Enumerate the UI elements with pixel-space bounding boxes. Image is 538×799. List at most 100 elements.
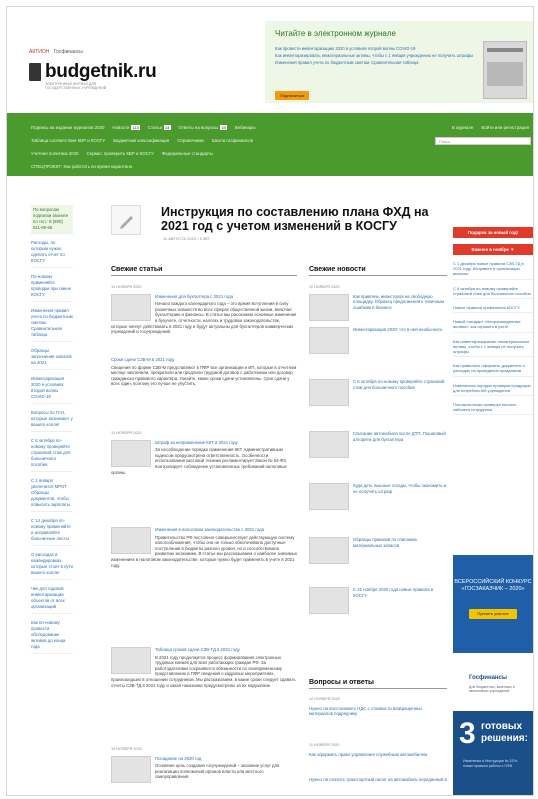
banner-headline-line1: готовых <box>481 721 523 732</box>
nav-kvr-check-service[interactable]: Сервис: проверить КВР и КОСГУ <box>87 151 154 156</box>
article-thumbnail[interactable] <box>111 527 151 554</box>
right-link[interactable]: Положительная проверка личного кабинета … <box>453 402 533 416</box>
right-link[interactable]: С 6 октября по-новому проверяйте страхов… <box>453 286 533 300</box>
qa-heading[interactable]: Вопросы и ответы <box>309 679 447 689</box>
nav-news-label: Новости <box>112 125 130 130</box>
sidebar-item[interactable]: Чек для годовой инвентаризации объектов … <box>31 586 73 614</box>
nav-webinars[interactable]: Вебинары <box>235 125 256 130</box>
journal-link[interactable]: Изменения правил учета по бюджетным смет… <box>275 59 480 66</box>
banner-headline: готовых решения: <box>481 721 528 745</box>
important-november-button[interactable]: Важное в ноябре ▼ <box>453 244 533 255</box>
main-navigation: Подпись на издание журналов 2020 Новости… <box>7 113 533 176</box>
qa-item: Нужно ли платить транспортный налог на а… <box>309 777 447 785</box>
gosfinance-subtitle: Для бюджетных, казенных и автономных учр… <box>469 685 515 693</box>
news-item: Списание автомобиля после ДТП. Пошаговый… <box>309 431 447 460</box>
nav-qa-count: 19 <box>220 125 227 130</box>
nav-federal-standards[interactable]: Федеральные стандарты <box>162 151 213 156</box>
journal-link[interactable]: Как инвентаризировать нематериальные акт… <box>275 52 480 59</box>
news-thumbnail[interactable] <box>309 587 349 614</box>
news-item: Куда деть пышные отходы, чтобы экономить… <box>309 483 447 512</box>
gift-button[interactable]: Подарок за новый год! <box>453 227 533 238</box>
nav-school[interactable]: Школа госфинансов <box>212 138 253 143</box>
article-thumbnail[interactable] <box>111 755 151 783</box>
news-item: 11 НОЯБРЯ 2020 Как привлечь инвесторов н… <box>309 281 447 323</box>
news-thumbnail[interactable] <box>309 431 349 458</box>
article-thumbnail[interactable] <box>111 647 151 674</box>
sidebar-item[interactable]: Изменения правил учета по бюджетным смет… <box>31 308 73 342</box>
news-thumbnail[interactable] <box>309 293 349 321</box>
journal-promo-title[interactable]: Читайте в электронном журнале <box>275 29 396 38</box>
sidebar-item[interactable]: Инвентаризация 2020 в условиях второй во… <box>31 376 73 404</box>
contest-participate-button[interactable]: Принять участие <box>469 609 517 619</box>
logo-mark-icon <box>29 63 41 81</box>
nav-subscription[interactable]: Подпись на издание журналов 2020 <box>31 125 104 130</box>
subscribe-button[interactable]: Подписаться <box>275 91 309 100</box>
sidebar-item[interactable]: С 6 октября по-новому проверяйте страхов… <box>31 438 73 472</box>
news-thumbnail[interactable] <box>309 379 349 406</box>
article-item: Сроки сдачи СЗВ-М в 2021 году Сведения п… <box>111 357 297 387</box>
nav-in-journal[interactable]: В журнале <box>452 125 474 130</box>
right-link[interactable]: С 1 декабря новые правила СЗВ-ТД в 2021 … <box>453 261 533 280</box>
sidebar-item[interactable]: С 1 января увеличатся МРОТ. Образцы доку… <box>31 478 73 512</box>
right-link[interactable]: Как правильно оформить документы о расхо… <box>453 363 533 377</box>
banner-small-text: Изменения в Инструкции № 157н, новые пра… <box>463 759 519 768</box>
banner-number: 3 <box>459 717 476 750</box>
main-article-meta: 11 АВГУСТА 2020 • 5 387 <box>163 236 210 241</box>
article-excerpt: Сведения по форме СЗВ-М представляют в П… <box>111 364 297 387</box>
article-title[interactable]: Сроки сдачи СЗВ-М в 2021 году <box>111 357 297 363</box>
qa-item: 12 НОЯБРЯ 2020 Нужно ли восстановить НДС… <box>309 693 447 719</box>
nav-articles-count: 24 <box>164 125 171 130</box>
nav-articles[interactable]: Статьи 24 <box>148 125 171 130</box>
sidebar-item[interactable]: Образцы заполнения записей на 2021 <box>31 348 73 370</box>
nav-references[interactable]: Справочники <box>177 138 204 143</box>
article-item: 11 НОЯБРЯ 2020 Штраф за неприменение ККТ… <box>111 427 297 475</box>
news-thumbnail[interactable] <box>309 327 349 354</box>
sidebar-item[interactable]: Вопросы по ГСН, которые возникают у ваше… <box>31 410 73 432</box>
logo-text: budgetnik.ru <box>45 61 157 82</box>
site-logo[interactable]: budgetnik.ru <box>29 61 157 83</box>
qa-title[interactable]: Как оформить право управления служебным … <box>309 752 447 758</box>
publisher-brand[interactable]: АКТИОН Госфинансы <box>29 49 83 55</box>
news-heading[interactable]: Свежие новости <box>309 266 447 276</box>
article-item: Изменения в налоговом законодательстве с… <box>111 527 297 568</box>
right-link[interactable]: Новые правила применения КОСГУ <box>453 305 533 314</box>
main-article-title[interactable]: Инструкция по составлению плана ФХД на 2… <box>161 205 447 233</box>
sidebar-item[interactable]: По-новому применяйте проводки при смене … <box>31 274 73 302</box>
nav-articles-label: Статьи <box>147 125 163 130</box>
article-item: 10 НОЯБРЯ 2020 Посадание на 2020 год Осн… <box>111 743 297 793</box>
nav-accounting-policy[interactable]: Учетная политика 2020 <box>31 151 79 156</box>
article-date: 11 НОЯБРЯ 2020 <box>111 431 142 435</box>
nav-budget-classification[interactable]: Бюджетная классификация <box>113 138 169 143</box>
news-item: С 6 октября по-новому проверяйте страхов… <box>309 379 447 408</box>
search-input[interactable]: Поиск <box>435 137 531 145</box>
nav-kvr-kosgu-table[interactable]: Таблица соответствия КВР и КОСГУ <box>31 138 105 143</box>
news-item: Образцы приказов по списанию материальны… <box>309 537 447 566</box>
right-link[interactable]: Как инвентаризировать нематериальные акт… <box>453 339 533 358</box>
article-thumbnail[interactable] <box>111 439 151 467</box>
news-thumbnail[interactable] <box>309 483 349 510</box>
nav-news[interactable]: Новости 113 <box>112 125 140 130</box>
qa-title[interactable]: Нужно ли платить транспортный налог на а… <box>309 777 447 783</box>
journal-cover-image[interactable] <box>483 41 527 99</box>
gosfinance-banner[interactable]: Госфинансы Для бюджетных, казенных и авт… <box>453 667 533 795</box>
article-date: 11 НОЯБРЯ 2020 <box>111 285 142 289</box>
publisher-subbrand: Госфинансы <box>53 49 83 55</box>
qa-title[interactable]: Нужно ли восстановить НДС с стоимости во… <box>309 706 447 717</box>
gosfinance-brand: Госфинансы <box>469 675 508 681</box>
sidebar-item[interactable]: С 14 декабря по-новому применяйте и испр… <box>31 518 73 546</box>
articles-heading[interactable]: Свежие статьи <box>111 266 297 276</box>
nav-login[interactable]: Войти или регистрация <box>481 125 529 130</box>
article-thumbnail[interactable] <box>111 293 151 321</box>
qa-date: 11 НОЯБРЯ 2020 <box>309 743 340 747</box>
right-link[interactable]: Изменились порядок проверки продукции дл… <box>453 383 533 397</box>
nav-qa[interactable]: Ответы на вопросы 19 <box>179 125 227 130</box>
right-link[interactable]: Новый стандарт «Непроизведенные активы»:… <box>453 319 533 333</box>
sidebar-item[interactable]: О расходах в командировках, которые стои… <box>31 552 73 580</box>
nav-special-project[interactable]: СПЕЦПРОЕКТ: Как работать во время карант… <box>31 164 132 169</box>
sidebar-phone[interactable]: По вопросам подписки звоните по тел.: 8 … <box>31 205 73 234</box>
journal-link[interactable]: Как провести инвентаризацию 2020 в услов… <box>275 45 480 52</box>
sidebar-item[interactable]: Расходы, по которым нужно сделать отчет … <box>31 240 73 268</box>
news-thumbnail[interactable] <box>309 537 349 564</box>
contest-banner[interactable]: ВСЕРОССИЙСКИЙ КОНКУРС «ГОСЗАКАЗЧИК – 202… <box>453 555 533 653</box>
sidebar-item[interactable]: Как по-новому провести обследование акти… <box>31 620 73 654</box>
